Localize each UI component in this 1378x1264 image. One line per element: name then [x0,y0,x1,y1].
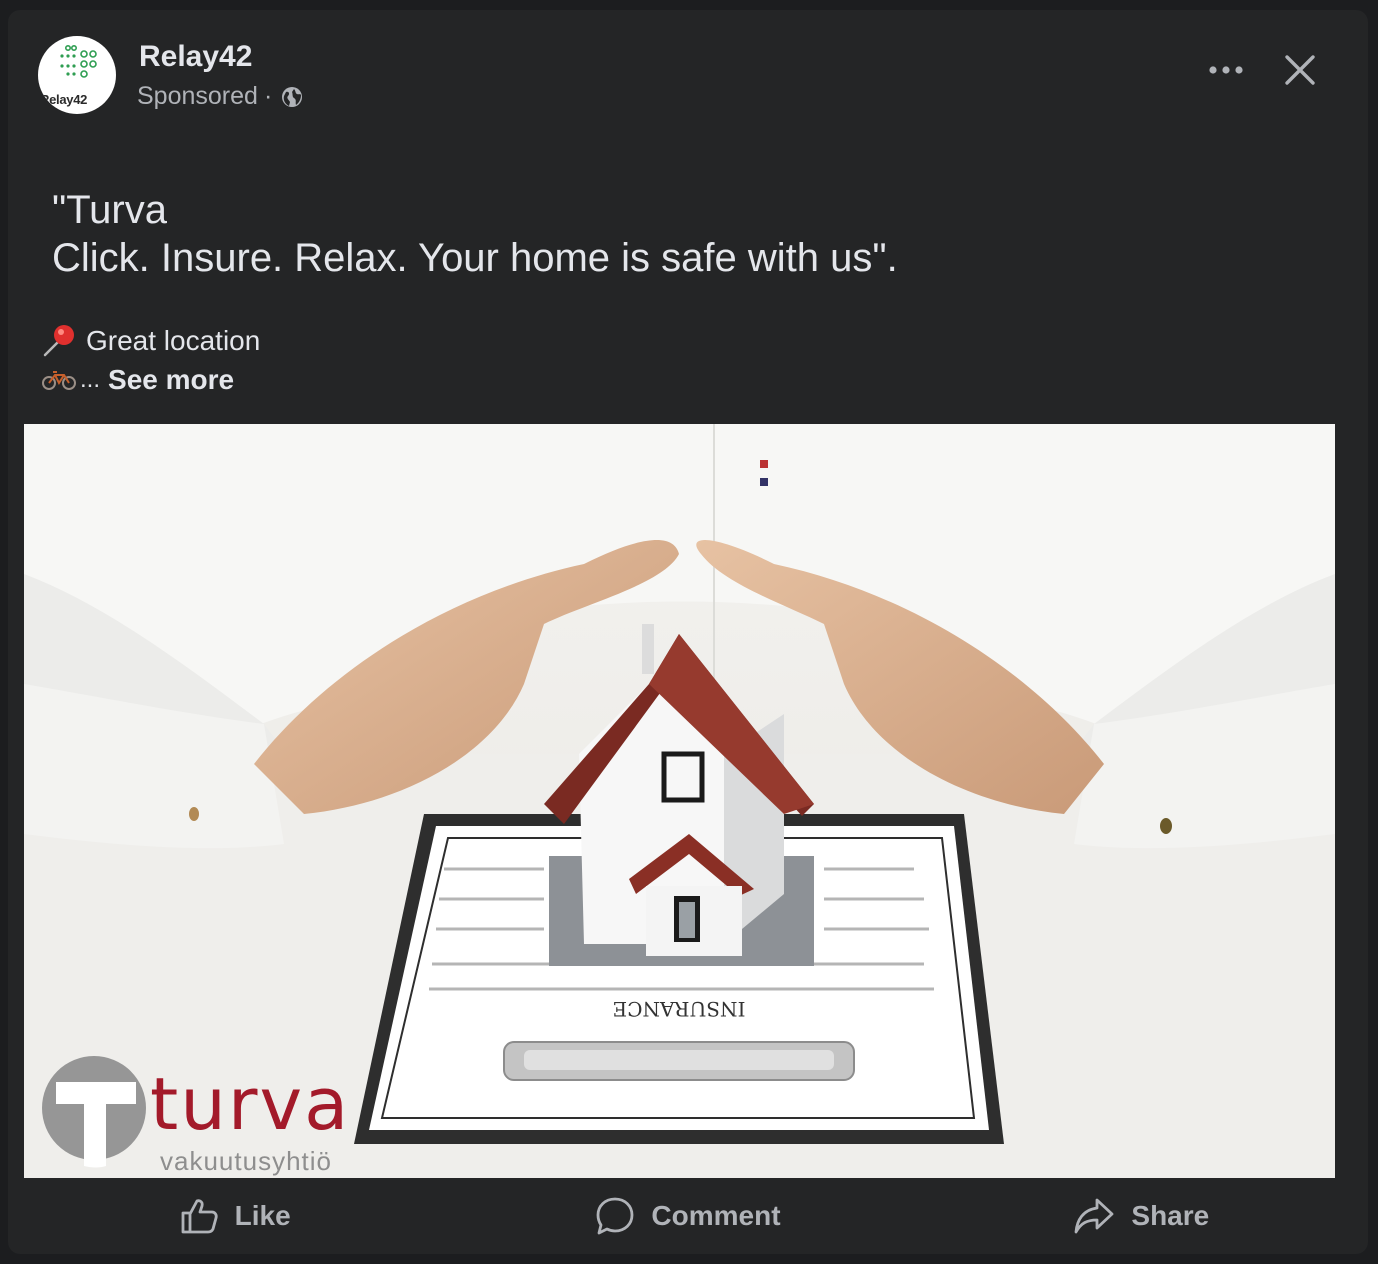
share-button[interactable]: Share [915,1178,1368,1254]
ad-image[interactable]: INSURANCE turva vakuutusyhtiö [24,424,1335,1178]
close-icon [1285,55,1315,85]
comment-button[interactable]: Comment [461,1178,914,1254]
share-icon [1075,1198,1114,1234]
see-more-line: ... See more [42,364,234,396]
comment-icon [597,1197,634,1235]
turva-logo: turva vakuutusyhtiö [34,1046,374,1176]
meta-separator: · [263,82,273,110]
like-icon [181,1199,218,1234]
sponsored-label[interactable]: Sponsored [137,82,258,111]
post-caption: "Turva Click. Insure. Relax. Your home i… [52,188,898,280]
turva-subtitle: vakuutusyhtiö [160,1146,332,1176]
more-options-icon [1209,66,1243,74]
close-button[interactable] [1276,46,1324,94]
share-label: Share [1131,1200,1210,1231]
like-button[interactable]: Like [8,1178,461,1254]
sponsored-post-card: Relay42 Relay42 Sponsored · "Turva Click… [8,10,1368,1254]
comment-label: Comment [651,1200,781,1231]
avatar-wordmark: Relay42 [40,92,88,107]
see-more-link[interactable]: See more [108,364,234,396]
bicycle-icon [42,371,76,390]
location-text: Great location [86,325,261,356]
more-options-button[interactable] [1204,54,1248,86]
svg-text:INSURANCE: INSURANCE [613,997,746,1021]
like-label: Like [234,1200,291,1231]
page-avatar[interactable]: Relay42 [38,36,116,114]
ellipsis: ... [80,366,101,393]
location-line: Great location [42,324,260,358]
globe-icon[interactable] [280,85,304,109]
page-name[interactable]: Relay42 [139,40,252,74]
post-meta: Sponsored · [137,82,304,111]
pushpin-icon [43,325,74,357]
action-bar: Like Comment Share [8,1178,1368,1254]
turva-wordmark: turva [150,1062,351,1146]
